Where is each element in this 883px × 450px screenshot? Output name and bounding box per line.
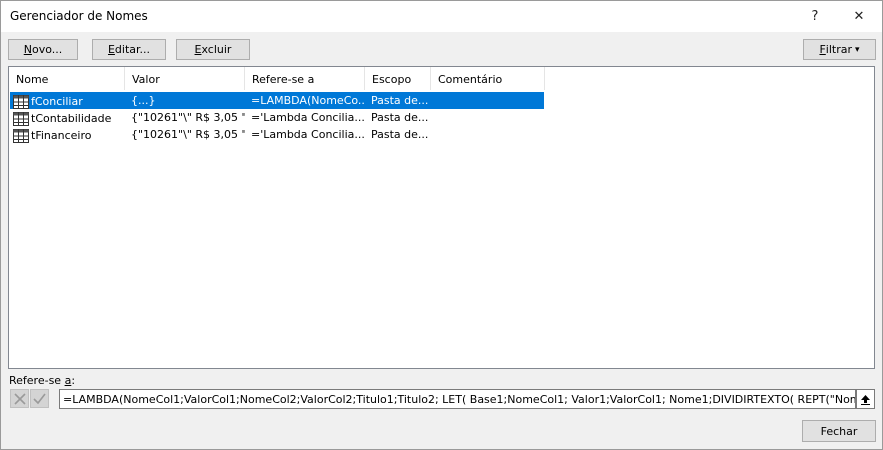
cancel-x-icon — [13, 392, 26, 405]
edit-button-label: ditar... — [114, 43, 151, 56]
refers-to-label: Refere-se a: — [9, 374, 75, 387]
filter-button[interactable]: Filtrar ▾ — [803, 39, 876, 60]
list-header: Nome Valor Refere-se a Escopo Comentário — [9, 67, 545, 90]
row-refers-to: =LAMBDA(NomeCo... — [251, 94, 365, 107]
refers-to-label-text: Refere-se — [9, 374, 65, 387]
table-icon — [13, 94, 29, 109]
table-icon — [13, 128, 29, 143]
delete-button-accelerator: E — [194, 43, 202, 56]
collapse-arrow-icon — [861, 394, 870, 405]
filter-button-label: iltrar — [825, 43, 852, 56]
refers-to-label-colon: : — [71, 374, 76, 387]
close-window-button[interactable]: ✕ — [837, 1, 881, 32]
column-header-name[interactable]: Nome — [9, 67, 125, 90]
help-button[interactable]: ? — [793, 1, 837, 32]
edit-button-accelerator: E — [107, 43, 115, 56]
row-comment — [431, 92, 544, 109]
table-row[interactable]: fConciliar {...} =LAMBDA(NomeCo... Pasta… — [10, 92, 544, 109]
row-refers-to: ='Lambda Concilia... — [251, 128, 365, 141]
table-row[interactable]: tContabilidade {"10261"\" R$ 3,05 "... =… — [10, 109, 544, 126]
refers-to-input[interactable]: =LAMBDA(NomeCol1;ValorCol1;NomeCol2;Valo… — [59, 389, 856, 409]
help-icon: ? — [811, 9, 819, 24]
row-name-cell: fConciliar — [10, 92, 125, 109]
title-bar: Gerenciador de Nomes ? ✕ — [1, 1, 882, 32]
column-header-value[interactable]: Valor — [125, 67, 245, 90]
row-name: fConciliar — [31, 95, 83, 108]
row-name: tFinanceiro — [31, 129, 92, 142]
chevron-down-icon: ▾ — [855, 44, 860, 55]
row-scope: Pasta de... — [371, 111, 429, 124]
new-button-accelerator: N — [23, 43, 32, 56]
row-value: {...} — [131, 94, 156, 107]
new-button-label: ovo... — [31, 43, 63, 56]
collapse-dialog-button[interactable] — [856, 389, 875, 409]
edit-button[interactable]: Editar... — [92, 39, 166, 60]
delete-button[interactable]: Excluir — [176, 39, 250, 60]
row-scope: Pasta de... — [371, 94, 429, 107]
cancel-edit-button[interactable] — [10, 389, 29, 408]
row-refers-to: ='Lambda Concilia... — [251, 111, 365, 124]
row-value: {"10261"\" R$ 3,05 "... — [131, 128, 245, 141]
table-row[interactable]: tFinanceiro {"10261"\" R$ 3,05 "... ='La… — [10, 126, 544, 143]
window-title: Gerenciador de Nomes — [10, 9, 148, 23]
column-header-comment[interactable]: Comentário — [431, 67, 545, 90]
column-header-refers-to[interactable]: Refere-se a — [245, 67, 365, 90]
column-header-scope[interactable]: Escopo — [365, 67, 431, 90]
name-manager-dialog: Gerenciador de Nomes ? ✕ Novo... Editar.… — [0, 0, 883, 450]
close-button[interactable]: Fechar — [802, 420, 876, 442]
row-comment — [431, 126, 544, 143]
row-name-cell: tContabilidade — [10, 109, 125, 126]
row-name-cell: tFinanceiro — [10, 126, 125, 143]
row-scope: Pasta de... — [371, 128, 429, 141]
confirm-edit-button[interactable] — [30, 389, 49, 408]
row-comment — [431, 109, 544, 126]
close-icon: ✕ — [853, 9, 865, 24]
new-button[interactable]: Novo... — [8, 39, 78, 60]
row-name: tContabilidade — [31, 112, 112, 125]
checkmark-icon — [33, 393, 46, 404]
names-list[interactable]: Nome Valor Refere-se a Escopo Comentário… — [8, 66, 875, 369]
row-value: {"10261"\" R$ 3,05 "... — [131, 111, 245, 124]
table-icon — [13, 111, 29, 126]
delete-button-label: xcluir — [201, 43, 232, 56]
